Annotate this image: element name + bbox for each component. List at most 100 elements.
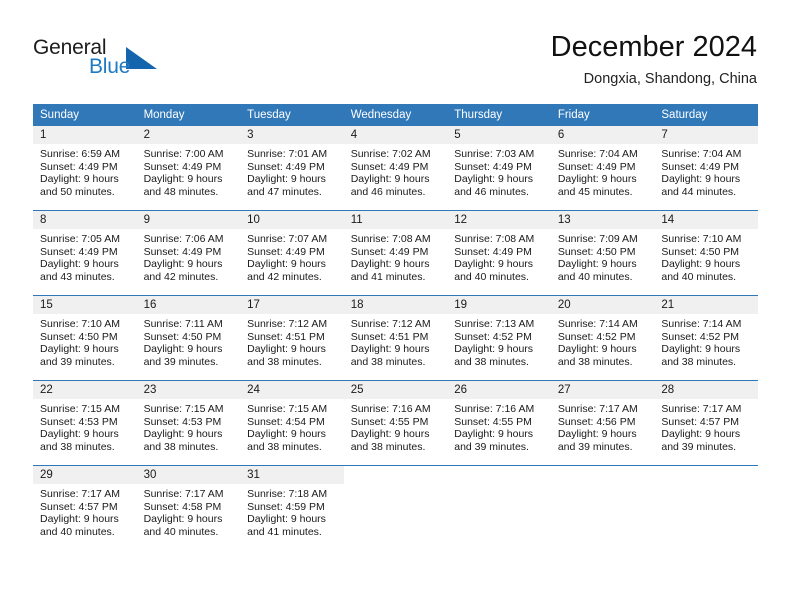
daylight-text: Daylight: 9 hours (557, 428, 637, 441)
sunrise-text: Sunrise: 7:02 AM (350, 148, 431, 160)
calendar-day-cell[interactable]: 30 Sunrise: 7:17 AM Sunset: 4:58 PM Dayligh… (136, 465, 241, 550)
day-number: 10 (240, 211, 344, 229)
calendar-day-cell[interactable]: 25 Sunrise: 7:16 AM Sunset: 4:55 PM Dayligh… (343, 380, 448, 466)
day-number: 29 (33, 466, 137, 484)
calendar-day-cell[interactable]: 23 Sunrise: 7:15 AM Sunset: 4:53 PM Dayligh… (136, 380, 241, 466)
sunset-text: Sunset: 4:49 PM (350, 160, 429, 173)
sunset-text: Sunset: 4:52 PM (454, 330, 532, 343)
calendar-day-cell[interactable]: 28 Sunrise: 7:17 AM Sunset: 4:57 PM Dayligh… (654, 380, 758, 466)
sunrise-text: Sunrise: 7:03 AM (454, 148, 535, 160)
calendar-day-cell (343, 465, 448, 550)
sunset-text: Sunset: 4:52 PM (557, 330, 636, 343)
day-cell-content (551, 466, 655, 550)
day-cell-content: 28 Sunrise: 7:17 AM Sunset: 4:57 PM Dayligh… (654, 381, 758, 465)
day-number (551, 466, 655, 484)
weekday-header-saturday: Saturday (654, 104, 758, 126)
daylight-text: and 48 minutes. (143, 185, 219, 198)
day-number: 30 (136, 466, 241, 484)
calendar-day-cell[interactable]: 24 Sunrise: 7:15 AM Sunset: 4:54 PM Dayligh… (240, 380, 344, 466)
day-cell-content: 23 Sunrise: 7:15 AM Sunset: 4:53 PM Dayligh… (136, 381, 241, 465)
sunrise-text: Sunrise: 7:14 AM (557, 318, 638, 330)
day-cell-content: 2 Sunrise: 7:00 AM Sunset: 4:49 PM Daylight… (136, 126, 241, 210)
calendar-day-cell[interactable]: 18 Sunrise: 7:12 AM Sunset: 4:51 PM Dayligh… (343, 295, 448, 381)
calendar-day-cell[interactable]: 12 Sunrise: 7:08 AM Sunset: 4:49 PM Dayligh… (447, 210, 551, 296)
calendar-day-cell[interactable]: 15 Sunrise: 7:10 AM Sunset: 4:50 PM Dayligh… (33, 295, 137, 381)
daylight-text: Daylight: 9 hours (247, 428, 326, 441)
sunrise-text: Sunrise: 7:12 AM (247, 318, 328, 330)
calendar-day-cell[interactable]: 14 Sunrise: 7:10 AM Sunset: 4:50 PM Dayligh… (654, 210, 758, 296)
calendar-day-cell[interactable]: 3 Sunrise: 7:01 AM Sunset: 4:49 PM Daylight… (240, 126, 344, 211)
day-details: Sunrise: 7:16 AM Sunset: 4:55 PM Daylight:… (344, 399, 448, 453)
day-number: 27 (550, 381, 655, 399)
calendar-day-cell[interactable]: 17 Sunrise: 7:12 AM Sunset: 4:51 PM Dayligh… (240, 295, 344, 381)
sunrise-text: Sunrise: 7:11 AM (143, 318, 223, 330)
day-cell-content: 21 Sunrise: 7:14 AM Sunset: 4:52 PM Dayligh… (654, 296, 758, 380)
sunset-text: Sunset: 4:49 PM (247, 160, 325, 173)
calendar-day-cell[interactable]: 16 Sunrise: 7:11 AM Sunset: 4:50 PM Dayligh… (136, 295, 241, 381)
calendar-day-cell[interactable]: 9 Sunrise: 7:06 AM Sunset: 4:49 PM Daylight… (136, 210, 241, 296)
day-details: Sunrise: 7:04 AM Sunset: 4:49 PM Daylight:… (654, 144, 758, 198)
calendar-day-cell[interactable]: 13 Sunrise: 7:09 AM Sunset: 4:50 PM Dayligh… (550, 210, 655, 296)
day-number (344, 466, 448, 484)
sunset-text: Sunset: 4:55 PM (454, 415, 532, 428)
daylight-text: Daylight: 9 hours (247, 173, 326, 186)
daylight-text: and 38 minutes. (350, 440, 426, 453)
calendar-day-cell[interactable]: 4 Sunrise: 7:02 AM Sunset: 4:49 PM Daylight… (343, 126, 448, 211)
general-blue-logo[interactable]: General Blue (33, 36, 223, 86)
calendar-day-cell[interactable]: 10 Sunrise: 7:07 AM Sunset: 4:49 PM Dayligh… (240, 210, 344, 296)
page-header: General Blue December 2024 Dongxia, Shan… (0, 0, 792, 98)
calendar-day-cell[interactable]: 2 Sunrise: 7:00 AM Sunset: 4:49 PM Daylight… (136, 126, 241, 211)
day-details: Sunrise: 7:15 AM Sunset: 4:53 PM Daylight:… (137, 399, 241, 453)
calendar-page: General Blue December 2024 Dongxia, Shan… (0, 0, 792, 612)
day-number: 1 (33, 126, 137, 144)
daylight-text: and 38 minutes. (143, 440, 219, 453)
day-details: Sunrise: 7:13 AM Sunset: 4:52 PM Daylight:… (447, 314, 551, 368)
calendar-day-cell[interactable]: 20 Sunrise: 7:14 AM Sunset: 4:52 PM Dayligh… (550, 295, 655, 381)
daylight-text: Daylight: 9 hours (143, 258, 223, 271)
daylight-text: and 44 minutes. (661, 185, 737, 198)
daylight-text: and 46 minutes. (350, 185, 426, 198)
calendar-day-cell (654, 465, 758, 550)
day-details: Sunrise: 7:02 AM Sunset: 4:49 PM Daylight:… (344, 144, 448, 198)
day-cell-content: 11 Sunrise: 7:08 AM Sunset: 4:49 PM Dayligh… (343, 211, 448, 295)
day-details: Sunrise: 7:11 AM Sunset: 4:50 PM Daylight:… (137, 314, 241, 368)
sunset-text: Sunset: 4:59 PM (247, 500, 325, 513)
daylight-text: Daylight: 9 hours (143, 173, 223, 186)
daylight-text: Daylight: 9 hours (661, 343, 741, 356)
day-details: Sunrise: 7:01 AM Sunset: 4:49 PM Daylight:… (240, 144, 344, 198)
calendar-day-cell[interactable]: 27 Sunrise: 7:17 AM Sunset: 4:56 PM Dayligh… (550, 380, 655, 466)
calendar-day-cell[interactable]: 21 Sunrise: 7:14 AM Sunset: 4:52 PM Dayligh… (654, 295, 758, 381)
calendar-day-cell[interactable]: 19 Sunrise: 7:13 AM Sunset: 4:52 PM Dayligh… (447, 295, 551, 381)
calendar-day-cell[interactable]: 1 Sunrise: 6:59 AM Sunset: 4:49 PM Daylight… (33, 126, 137, 211)
calendar-week-row: 29 Sunrise: 7:17 AM Sunset: 4:57 PM Dayligh… (33, 465, 758, 550)
daylight-text: and 39 minutes. (661, 440, 737, 453)
calendar-day-cell[interactable]: 22 Sunrise: 7:15 AM Sunset: 4:53 PM Dayligh… (33, 380, 137, 466)
calendar-day-cell[interactable]: 26 Sunrise: 7:16 AM Sunset: 4:55 PM Dayligh… (447, 380, 551, 466)
day-number: 22 (33, 381, 137, 399)
sunset-text: Sunset: 4:55 PM (350, 415, 429, 428)
calendar-day-cell[interactable]: 8 Sunrise: 7:05 AM Sunset: 4:49 PM Daylight… (33, 210, 137, 296)
day-number: 24 (240, 381, 344, 399)
calendar-day-cell[interactable]: 7 Sunrise: 7:04 AM Sunset: 4:49 PM Daylight… (654, 126, 758, 211)
day-cell-content: 5 Sunrise: 7:03 AM Sunset: 4:49 PM Daylight… (447, 126, 551, 210)
daylight-text: Daylight: 9 hours (557, 173, 637, 186)
calendar-day-cell[interactable]: 11 Sunrise: 7:08 AM Sunset: 4:49 PM Dayligh… (343, 210, 448, 296)
sunset-text: Sunset: 4:50 PM (143, 330, 222, 343)
day-cell-content: 29 Sunrise: 7:17 AM Sunset: 4:57 PM Dayligh… (33, 466, 137, 550)
calendar-day-cell[interactable]: 31 Sunrise: 7:18 AM Sunset: 4:59 PM Dayligh… (240, 465, 344, 550)
day-number: 14 (654, 211, 758, 229)
calendar-day-cell[interactable]: 6 Sunrise: 7:04 AM Sunset: 4:49 PM Daylight… (550, 126, 655, 211)
sunset-text: Sunset: 4:54 PM (247, 415, 325, 428)
daylight-text: and 40 minutes. (454, 270, 529, 283)
sunset-text: Sunset: 4:57 PM (661, 415, 740, 428)
sunrise-text: Sunrise: 7:13 AM (454, 318, 535, 330)
sunset-text: Sunset: 4:51 PM (350, 330, 429, 343)
day-number: 12 (447, 211, 551, 229)
daylight-text: and 43 minutes. (40, 270, 115, 283)
sunrise-text: Sunrise: 7:08 AM (454, 233, 535, 245)
calendar-day-cell[interactable]: 5 Sunrise: 7:03 AM Sunset: 4:49 PM Daylight… (447, 126, 551, 211)
day-number: 16 (136, 296, 241, 314)
daylight-text: and 38 minutes. (40, 440, 115, 453)
calendar-day-cell[interactable]: 29 Sunrise: 7:17 AM Sunset: 4:57 PM Dayligh… (33, 465, 137, 550)
day-details: Sunrise: 7:10 AM Sunset: 4:50 PM Daylight:… (33, 314, 137, 368)
